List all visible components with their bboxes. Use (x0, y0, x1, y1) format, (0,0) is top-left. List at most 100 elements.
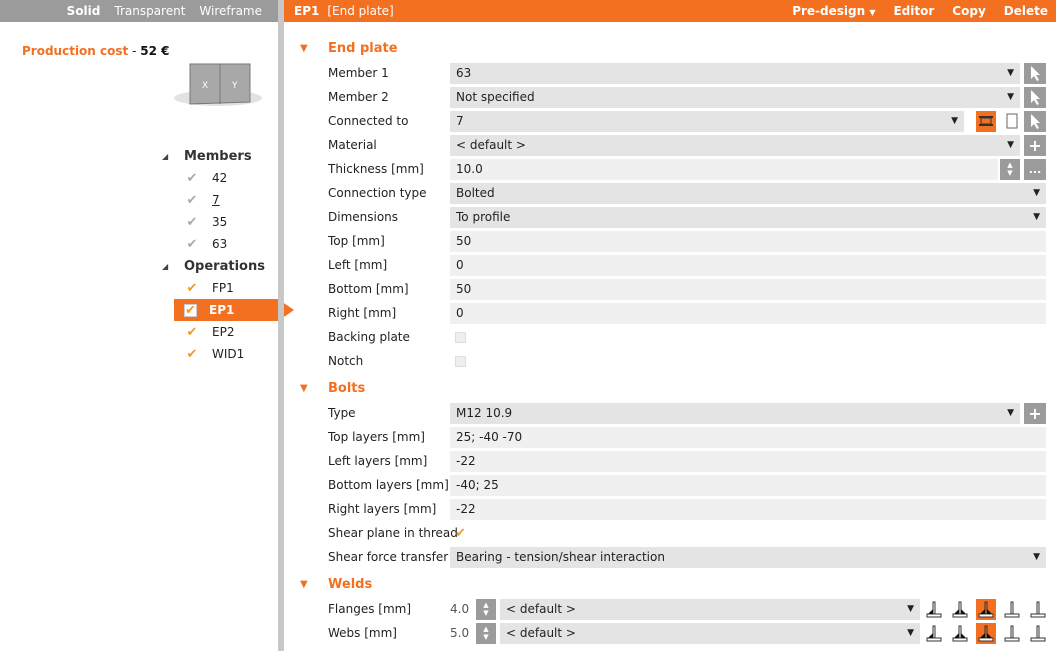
checkbox[interactable] (455, 355, 466, 367)
collapse-icon[interactable]: ◢ (160, 262, 184, 271)
field-label: Connected to (328, 114, 409, 128)
dropdown[interactable]: Not specified ▼ (450, 86, 1020, 108)
pick-cursor-icon[interactable] (1024, 110, 1046, 132)
weld-shape-icon[interactable] (1028, 599, 1048, 620)
tree-member[interactable]: ✔ 35 (160, 211, 278, 233)
check-icon[interactable]: ✔ (184, 170, 200, 186)
left-panel: Solid Transparent Wireframe Production c… (0, 0, 294, 651)
copy-button[interactable]: Copy (952, 4, 985, 18)
checkbox-checked[interactable]: ✔ (455, 526, 466, 541)
cost-sep: - (132, 44, 137, 58)
collapse-icon[interactable]: ▼ (284, 383, 328, 394)
weld-shape-icon[interactable] (1002, 599, 1022, 620)
tree-operation[interactable]: ✔ EP2 (160, 321, 278, 343)
predesign-button[interactable]: Pre-design ▼ (792, 4, 875, 18)
text-input[interactable]: 0 (450, 254, 1046, 276)
dropdown[interactable]: < default > ▼ (450, 134, 1020, 156)
weld-shape-icon[interactable] (924, 599, 944, 620)
add-button[interactable]: + (1024, 402, 1046, 424)
check-icon[interactable]: ✔ (184, 214, 200, 230)
cost-label[interactable]: Production cost (22, 44, 128, 58)
check-icon[interactable]: ✔ (184, 346, 200, 362)
field-label: Thickness [mm] (328, 162, 424, 176)
collapse-icon[interactable]: ◢ (160, 152, 184, 161)
spinner[interactable]: ▲ ▼ (476, 598, 496, 620)
collapse-icon[interactable]: ▼ (284, 579, 328, 590)
text-input[interactable]: -22 (450, 450, 1046, 472)
weld-size[interactable]: 4.0 (450, 602, 469, 616)
tree-member[interactable]: ✔ 63 (160, 233, 278, 255)
view-solid[interactable]: Solid (67, 4, 101, 18)
operation-header: EP1 [End plate] Pre-design ▼ Editor Copy… (284, 0, 1056, 22)
view-wireframe[interactable]: Wireframe (199, 4, 262, 18)
dropdown[interactable]: To profile ▼ (450, 206, 1046, 228)
tree-operations[interactable]: ◢ Operations (160, 255, 278, 277)
weld-shape-icon[interactable] (976, 598, 996, 620)
chevron-down-icon: ▼ (1007, 92, 1014, 102)
text-input[interactable]: 50 (450, 278, 1046, 300)
dropdown[interactable]: M12 10.9 ▼ (450, 402, 1020, 424)
frame-icon[interactable] (1002, 111, 1022, 132)
tree-members[interactable]: ◢ Members (160, 145, 278, 167)
pick-cursor-icon[interactable] (1024, 86, 1046, 108)
text-input[interactable]: 0 (450, 302, 1046, 324)
weld-type-dropdown[interactable]: < default > ▼ (500, 622, 920, 644)
section-end-plate[interactable]: ▼ End plate (284, 35, 1056, 61)
dropdown[interactable]: Bearing - tension/shear interaction ▼ (450, 546, 1046, 568)
check-icon[interactable]: ✔ (184, 236, 200, 252)
check-icon[interactable]: ✔ (184, 192, 200, 208)
spinner[interactable]: ▲ ▼ (476, 622, 496, 644)
dropdown[interactable]: 7 ▼ (450, 110, 964, 132)
add-button[interactable]: + (1024, 134, 1046, 156)
field-label: Webs [mm] (328, 626, 397, 640)
dropdown-value: M12 10.9 (456, 406, 513, 420)
tree-member[interactable]: ✔ 42 (160, 167, 278, 189)
tree-operation[interactable]: ✔ FP1 (160, 277, 278, 299)
more-button[interactable]: ... (1024, 158, 1046, 180)
weld-shape-icon[interactable] (1002, 623, 1022, 644)
pick-cursor-icon[interactable] (1024, 62, 1046, 84)
text-input[interactable]: -22 (450, 498, 1046, 520)
section-title: End plate (328, 40, 398, 56)
tree-member[interactable]: ✔ 7 (160, 189, 278, 211)
weld-shape-icon[interactable] (924, 623, 944, 644)
chevron-down-icon: ▼ (1033, 212, 1040, 222)
row-flanges-mm: Flanges [mm] 4.0 ▲ ▼ < default > ▼ (284, 597, 1056, 621)
chevron-down-icon: ▼ (907, 628, 914, 638)
section-welds[interactable]: ▼ Welds (284, 571, 1056, 597)
spinner[interactable]: ▲ ▼ (1000, 158, 1020, 180)
weld-size[interactable]: 5.0 (450, 626, 469, 640)
input-value: -40; 25 (456, 478, 499, 492)
weld-shape-icon[interactable] (976, 622, 996, 644)
text-input[interactable]: -40; 25 (450, 474, 1046, 496)
editor-button[interactable]: Editor (893, 4, 934, 18)
weld-type-dropdown[interactable]: < default > ▼ (500, 598, 920, 620)
dropdown-value: 63 (456, 66, 472, 80)
check-icon[interactable]: ✔ (184, 280, 200, 296)
dropdown[interactable]: Bolted ▼ (450, 182, 1046, 204)
checkbox[interactable] (455, 331, 466, 343)
dropdown-value: < default > (506, 626, 576, 640)
view-transparent[interactable]: Transparent (114, 4, 185, 18)
check-icon[interactable]: ✔ (184, 324, 200, 340)
row-left-layers-mm: Left layers [mm] -22 (284, 449, 1056, 473)
collapse-icon[interactable]: ▼ (284, 43, 328, 54)
tree-operation[interactable]: ✔ WID1 (160, 343, 278, 365)
weld-shape-icon[interactable] (1028, 623, 1048, 644)
delete-button[interactable]: Delete (1004, 4, 1048, 18)
section-bolts[interactable]: ▼ Bolts (284, 375, 1056, 401)
row-member-2: Member 2 Not specified ▼ (284, 85, 1056, 109)
weld-shape-icon[interactable] (950, 599, 970, 620)
tree-operation-selected[interactable]: ✔ EP1 (174, 299, 294, 321)
connection-type-icon[interactable] (976, 110, 996, 132)
view-cube-icon[interactable]: XY (172, 60, 264, 110)
field-label: Member 2 (328, 90, 389, 104)
text-input[interactable]: 50 (450, 230, 1046, 252)
field-label: Dimensions (328, 210, 399, 224)
text-input[interactable]: 25; -40 -70 (450, 426, 1046, 448)
check-icon[interactable]: ✔ (184, 303, 197, 318)
dropdown-value: < default > (506, 602, 576, 616)
text-input[interactable]: 10.0 (450, 158, 998, 180)
dropdown[interactable]: 63 ▼ (450, 62, 1020, 84)
weld-shape-icon[interactable] (950, 623, 970, 644)
